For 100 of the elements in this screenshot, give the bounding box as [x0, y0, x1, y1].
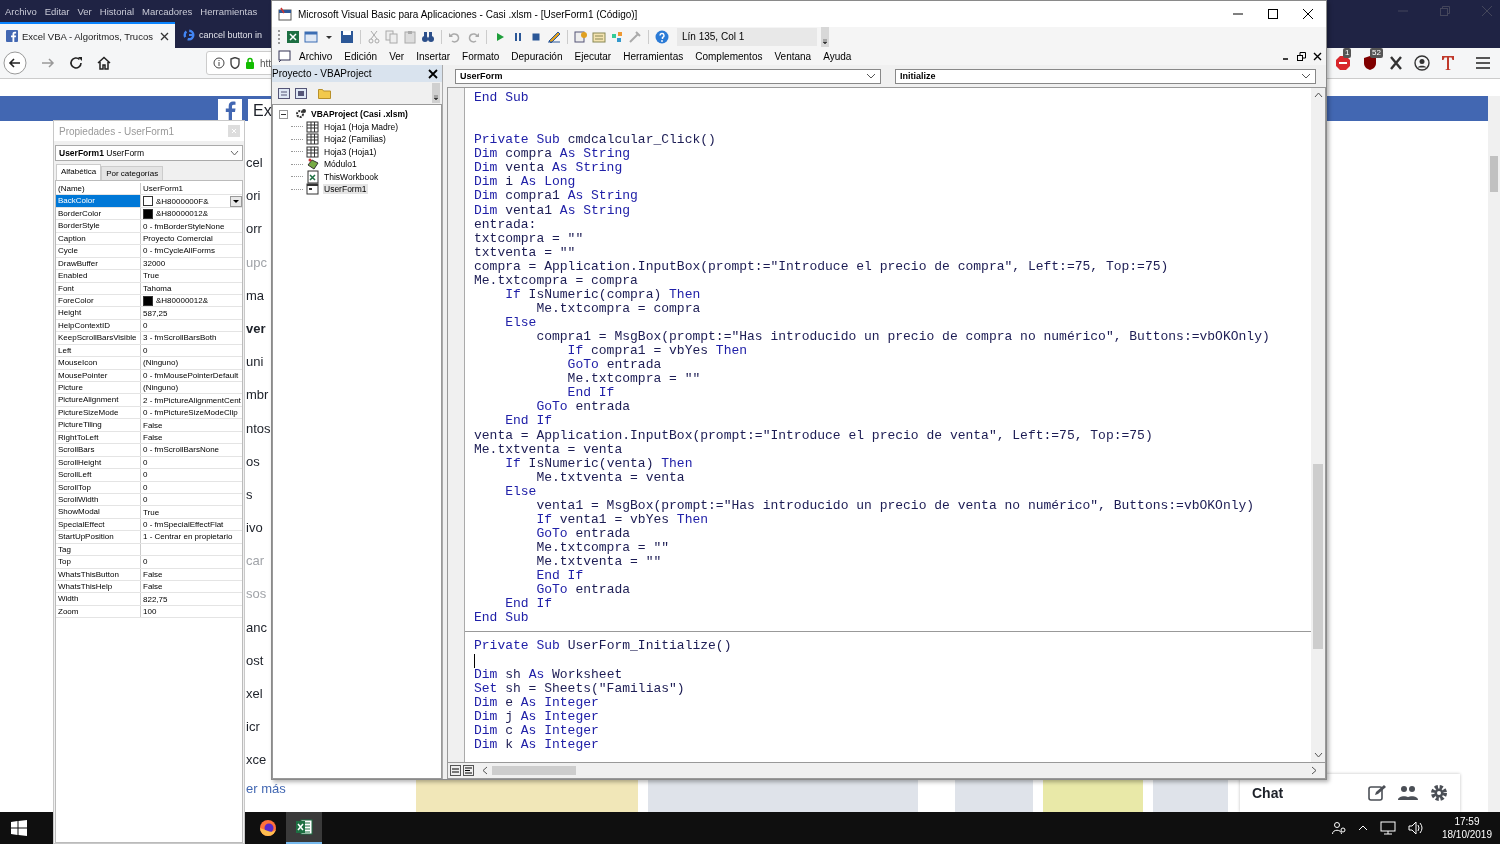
network-icon[interactable] — [1379, 821, 1396, 835]
close-icon[interactable] — [427, 67, 439, 80]
property-value[interactable]: True — [143, 271, 160, 281]
menu-item[interactable]: Ayuda — [816, 50, 857, 62]
toolbar-options-icon[interactable] — [821, 27, 829, 47]
view-object-icon[interactable] — [295, 87, 307, 99]
property-value[interactable]: 0 - fmScrollBarsNone — [143, 445, 220, 455]
reload-icon[interactable] — [69, 56, 83, 70]
image-thumbnail[interactable] — [1042, 780, 1143, 812]
property-name[interactable]: PictureSizeMode — [56, 406, 141, 419]
property-value[interactable]: 0 - fmSpecialEffectFlat — [143, 520, 224, 530]
settings-icon[interactable] — [1430, 784, 1448, 802]
binoculars-icon[interactable] — [421, 30, 435, 44]
tab[interactable]: Por categorías — [101, 166, 164, 180]
property-name[interactable]: Zoom — [56, 605, 141, 618]
property-value[interactable]: False — [143, 420, 163, 430]
menu-item[interactable]: Marcadores — [138, 5, 197, 17]
property-name[interactable]: Left — [56, 344, 141, 357]
property-value[interactable]: 0 — [143, 457, 148, 467]
menu-item[interactable]: Ventana — [767, 50, 817, 62]
property-value[interactable]: 0 — [143, 345, 148, 355]
menu-item[interactable]: Archivo — [1, 5, 41, 17]
scrollbar-thumb[interactable] — [1490, 156, 1498, 192]
property-name[interactable]: (Name) — [56, 183, 141, 195]
property-name[interactable]: PictureTiling — [56, 419, 141, 431]
people-icon[interactable] — [1331, 821, 1346, 835]
menu-item[interactable]: Edición — [337, 50, 383, 62]
scrollbar[interactable] — [1488, 96, 1500, 812]
property-name[interactable]: Top — [56, 556, 141, 568]
restore-icon[interactable] — [1297, 51, 1306, 61]
property-value[interactable]: Proyecto Comercial — [143, 233, 213, 243]
procedure-dropdown[interactable]: Initialize — [895, 68, 1316, 84]
tree-item[interactable]: VBAProject (Casi .xlsm) — [310, 109, 409, 120]
property-value[interactable]: 0 — [143, 470, 148, 480]
menu-item[interactable]: Herramientas — [196, 5, 262, 17]
close-icon[interactable] — [1313, 51, 1322, 61]
property-name[interactable]: Height — [56, 307, 141, 319]
image-thumbnail[interactable] — [415, 780, 638, 812]
property-name[interactable]: ScrollWidth — [56, 493, 141, 506]
property-name[interactable]: DrawBuffer — [56, 257, 141, 270]
property-name[interactable]: RightToLeft — [56, 431, 141, 444]
property-value[interactable]: 0 — [143, 482, 148, 492]
serif-t-icon[interactable] — [1441, 55, 1455, 71]
object-dropdown[interactable]: UserForm — [455, 68, 881, 84]
property-value[interactable]: True — [143, 507, 160, 517]
property-value[interactable]: 3 - fmScrollBarsBoth — [143, 333, 217, 343]
scroll-right-icon[interactable] — [1311, 766, 1317, 775]
tree-item[interactable]: UserForm1 — [323, 184, 368, 195]
property-name[interactable]: Width — [56, 593, 141, 605]
view-code-icon[interactable] — [278, 87, 290, 99]
property-name[interactable]: BorderStyle — [56, 220, 141, 232]
object-dropdown[interactable]: UserForm1 UserForm — [55, 145, 243, 161]
help-icon[interactable] — [655, 30, 669, 44]
menu-item[interactable]: Ver — [73, 5, 96, 17]
property-name[interactable]: ScrollHeight — [56, 456, 141, 469]
property-value[interactable]: False — [143, 569, 163, 579]
scrollbar[interactable] — [1311, 88, 1325, 762]
close-icon[interactable] — [1302, 8, 1314, 20]
folder-icon[interactable] — [318, 87, 331, 99]
collapse-icon[interactable] — [279, 109, 288, 119]
x-icon[interactable] — [1389, 56, 1403, 70]
tree-item[interactable]: Hoja3 (Hoja1) — [323, 146, 378, 157]
spreadsheet-icon[interactable] — [286, 30, 300, 44]
scrollbar-thumb[interactable] — [1313, 464, 1323, 649]
property-value[interactable]: 0 — [143, 495, 148, 505]
property-value[interactable]: &H80000012& — [156, 296, 209, 306]
property-name[interactable]: ScrollTop — [56, 481, 141, 493]
image-thumbnail[interactable] — [647, 780, 918, 812]
menu-item[interactable]: Depuración — [504, 50, 568, 62]
property-value[interactable]: 0 — [143, 557, 148, 567]
windows-icon[interactable] — [11, 820, 27, 836]
property-value[interactable]: &H8000000F& — [156, 196, 209, 206]
property-name[interactable]: BorderColor — [56, 207, 141, 220]
property-value[interactable]: (Ninguno) — [143, 383, 179, 393]
tree-item[interactable]: ThisWorkbook — [323, 171, 380, 182]
menu-icon[interactable] — [1476, 57, 1490, 69]
menu-item[interactable]: Herramientas — [616, 50, 689, 62]
property-name[interactable]: WhatsThisButton — [56, 568, 141, 580]
shield-icon[interactable] — [1362, 55, 1378, 71]
property-value[interactable]: 0 - fmMousePointerDefault — [143, 370, 239, 380]
back-icon[interactable] — [3, 51, 27, 75]
property-name[interactable]: ForeColor — [56, 294, 141, 307]
scroll-down-icon[interactable] — [1313, 752, 1323, 758]
close-icon[interactable] — [160, 31, 169, 41]
menu-item[interactable]: Complementos — [688, 50, 768, 62]
image-thumbnail[interactable] — [1152, 780, 1228, 812]
people-icon[interactable] — [1398, 784, 1418, 802]
property-name[interactable]: KeepScrollBarsVisible — [56, 332, 141, 344]
property-name[interactable]: ScrollBars — [56, 444, 141, 456]
property-name[interactable]: PictureAlignment — [56, 394, 141, 406]
property-value[interactable]: 2 - fmPictureAlignmentCent — [143, 395, 241, 405]
forward-icon[interactable] — [41, 57, 55, 69]
form-icon[interactable] — [304, 30, 318, 44]
property-value[interactable]: 0 - fmCycleAllForms — [143, 246, 215, 256]
tree-item[interactable]: Hoja1 (Hoja Madre) — [323, 121, 400, 132]
property-name[interactable]: Picture — [56, 382, 141, 394]
property-name[interactable]: Font — [56, 282, 141, 294]
menu-item[interactable]: Insertar — [409, 50, 456, 62]
save-icon[interactable] — [340, 30, 354, 44]
property-name[interactable]: MousePointer — [56, 369, 141, 381]
